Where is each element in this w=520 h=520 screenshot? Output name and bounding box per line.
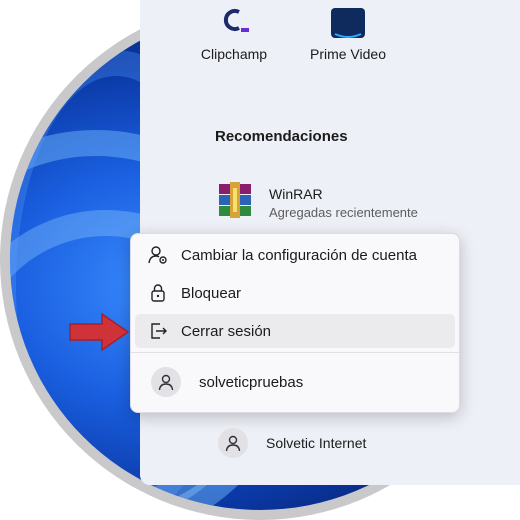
prime-video-icon: [331, 8, 365, 40]
winrar-icon: [215, 180, 255, 225]
lock-icon: [147, 282, 169, 304]
user-icon: [151, 367, 181, 397]
account-settings-icon: [147, 244, 169, 266]
menu-item-label: Cambiar la configuración de cuenta: [181, 246, 417, 264]
current-user-name: Solvetic Internet: [266, 435, 367, 451]
pinned-app-label: Prime Video: [309, 46, 386, 62]
recommendations-title: Recomendaciones: [215, 128, 348, 145]
recommended-item-subtitle: Agregadas recientemente: [269, 204, 418, 220]
menu-item-sign-out[interactable]: Cerrar sesión: [135, 314, 455, 348]
menu-item-label: Bloquear: [181, 284, 242, 302]
menu-divider: [131, 352, 459, 353]
user-icon: [218, 428, 248, 458]
recommended-item-name: WinRAR: [269, 185, 323, 202]
current-user-button[interactable]: Solvetic Internet: [218, 428, 366, 458]
annotation-arrow-icon: [68, 312, 130, 357]
clipchamp-icon: [217, 8, 251, 40]
pinned-app-clipchamp[interactable]: Clipchamp: [174, 0, 294, 62]
pinned-app-prime-video[interactable]: Prime Video: [288, 0, 408, 62]
recommended-item-winrar[interactable]: WinRAR Agregadas recientemente: [215, 180, 418, 225]
menu-item-change-account-settings[interactable]: Cambiar la configuración de cuenta: [135, 238, 455, 272]
menu-item-lock[interactable]: Bloquear: [135, 276, 455, 310]
sign-out-icon: [147, 320, 169, 342]
switch-user-name: solveticpruebas: [199, 373, 304, 391]
menu-item-switch-user[interactable]: solveticpruebas: [151, 367, 303, 397]
menu-item-label: Cerrar sesión: [181, 322, 272, 340]
pinned-app-label: Clipchamp: [200, 46, 268, 62]
account-context-menu: Cambiar la configuración de cuenta Bloqu…: [130, 233, 460, 413]
